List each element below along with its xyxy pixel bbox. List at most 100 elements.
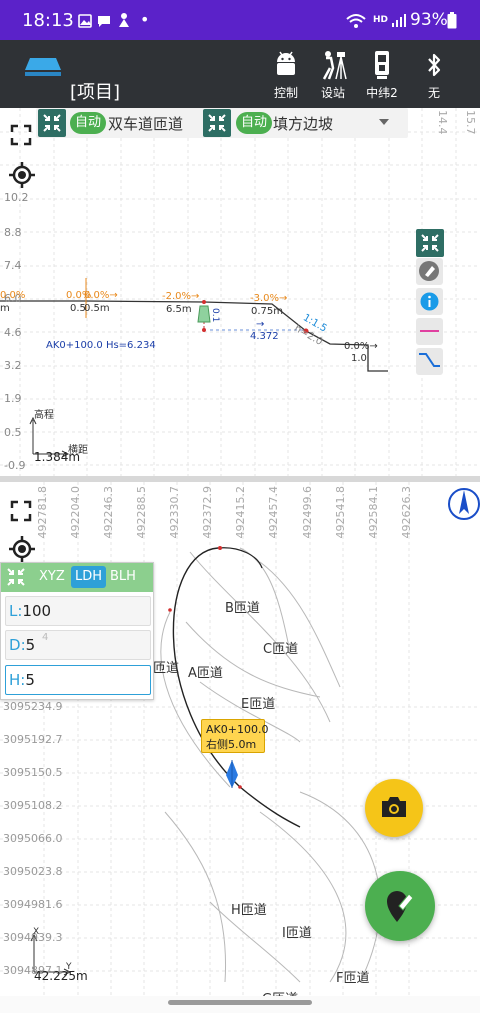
instrument-label: 中纬2 [366,86,398,100]
height-input[interactable]: H:5 [5,665,151,695]
ramp-label-c: C匝道 [263,642,299,657]
plan-x-tick: 492457.4 [267,486,280,539]
project-title[interactable]: [项目] [70,78,120,104]
offset-key: D [9,636,21,654]
collapse-arrows-icon [208,114,226,132]
station-value: 100 [22,602,52,620]
slope-tool-button[interactable] [416,348,443,375]
pen-marker-icon [419,261,439,281]
horizontal-line-icon [420,330,439,332]
fit-extent-button[interactable] [38,109,66,137]
tooltip-station: AK0+100.0 [206,723,269,736]
camera-icon [382,797,406,817]
plan-x-tick: 492204.0 [69,486,82,539]
app-logo-icon[interactable] [24,56,62,80]
android-icon [277,51,295,75]
fullscreen-icon[interactable] [10,124,32,146]
status-time: 18:13 [22,10,74,31]
wifi-icon [346,14,366,28]
plan-y-tick: 3095150.5 [3,766,63,779]
auto-toggle-section[interactable]: 自动 [70,112,107,134]
plan-y-tick: 3094981.6 [3,898,63,911]
tab-blh[interactable]: BLH [110,569,136,584]
cs-y-tick: 8.8 [4,226,22,239]
grade-label: 0.0%→ [84,290,118,301]
fit-extent-button-2[interactable] [203,109,231,137]
cross-section-view[interactable]: 10.2 8.8 7.4 6.0 4.6 3.2 1.9 0.5 -0.9 14… [0,108,480,476]
ramp-label-g: G匝道 [262,988,298,996]
collapse-arrows-icon [43,114,61,132]
hd-indicator: HD [373,15,389,25]
camera-button[interactable] [365,779,423,837]
navigation-bar [0,996,480,1013]
dim-label: 6.5m [166,304,192,315]
section-type-select[interactable]: 双车道匝道 [108,113,183,134]
chevron-down-icon[interactable] [378,118,390,126]
gnss-receiver-icon [375,51,389,79]
plan-view[interactable]: 492781.8 492204.0 492246.3 492288.5 4923… [0,482,480,996]
locate-icon[interactable] [9,162,35,188]
message-icon [98,16,110,27]
dim-label: 0.5m [84,303,110,314]
cs-y-tick: 4.6 [4,326,22,339]
ramp-label-partial: 匝道 [153,661,180,676]
collapse-arrows-icon [421,234,439,252]
battery-percent: 93% [410,10,448,30]
more-notifications-dot: • [140,10,150,29]
ramp-label-i: I匝道 [282,926,312,941]
info-icon [420,292,439,311]
control-label: 控制 [273,86,298,100]
plan-y-tick: 3095023.8 [3,865,63,878]
hidden-tick-partial: 4 [42,632,49,643]
plan-y-tick: 3095234.9 [3,700,63,713]
scale-label: 1.384m [34,450,81,464]
slope-type-select[interactable]: 填方边坡 [273,113,333,134]
plan-y-tick: 3095108.2 [3,799,63,812]
dim-label: 1.0 [351,353,367,364]
cs-y-tick: 1.9 [4,392,22,405]
tab-xyz[interactable]: XYZ [39,569,65,584]
stakeout-button[interactable] [365,871,435,941]
height-key: H [9,671,21,689]
ramp-label-e: E匝道 [241,697,276,712]
home-gesture-handle[interactable] [168,1000,312,1005]
surveyor-tripod-icon [322,51,347,80]
station-elevation-label: AK0+100.0 Hs=6.234 [46,340,156,351]
cs-x-tick: 15.7 [464,110,477,135]
ramp-label-b: B匝道 [225,601,260,616]
line-tool-button[interactable] [416,318,443,345]
gallery-icon [78,14,92,28]
grade-label: -3.0%→ [250,293,288,304]
station-setup-label: 设站 [320,86,345,100]
collapse-arrows-icon[interactable] [4,565,28,589]
edit-tool-button[interactable] [416,258,443,285]
cs-y-tick: 0.5 [4,426,22,439]
locate-icon[interactable] [9,536,35,562]
plan-x-tick: 492330.7 [168,486,181,539]
cs-y-tick: 10.2 [4,191,29,204]
dim-label: m [0,303,10,314]
offset-input[interactable]: D:5 [5,630,151,660]
info-button[interactable] [416,288,443,315]
plan-x-tick: 492246.3 [102,486,115,539]
fullscreen-icon[interactable] [10,500,32,522]
bluetooth-icon [428,53,441,77]
axis-x-label: X [33,927,40,937]
height-value: 5 [25,671,35,689]
cs-y-tick: 3.2 [4,359,22,372]
plan-x-tick: 492584.1 [367,486,380,539]
offset-label: 0.1 [210,308,220,323]
tab-ldh[interactable]: LDH [71,566,107,588]
cs-x-tick: 14.4 [436,110,449,135]
ramp-label-f: F匝道 [336,971,370,986]
auto-toggle-slope[interactable]: 自动 [236,112,273,134]
distance-label: 4.372 [250,331,279,342]
grade-label: 0.0%→ [344,341,378,352]
compass-icon[interactable] [446,484,480,524]
side-fit-button[interactable] [416,229,444,257]
signal-icon [392,14,406,27]
app-bar: [项目] 控制 设站 中纬2 无 [0,40,480,108]
plan-x-tick: 492415.2 [234,486,247,539]
station-input[interactable]: L:100 [5,596,151,626]
stakeout-pin-icon [387,891,414,922]
